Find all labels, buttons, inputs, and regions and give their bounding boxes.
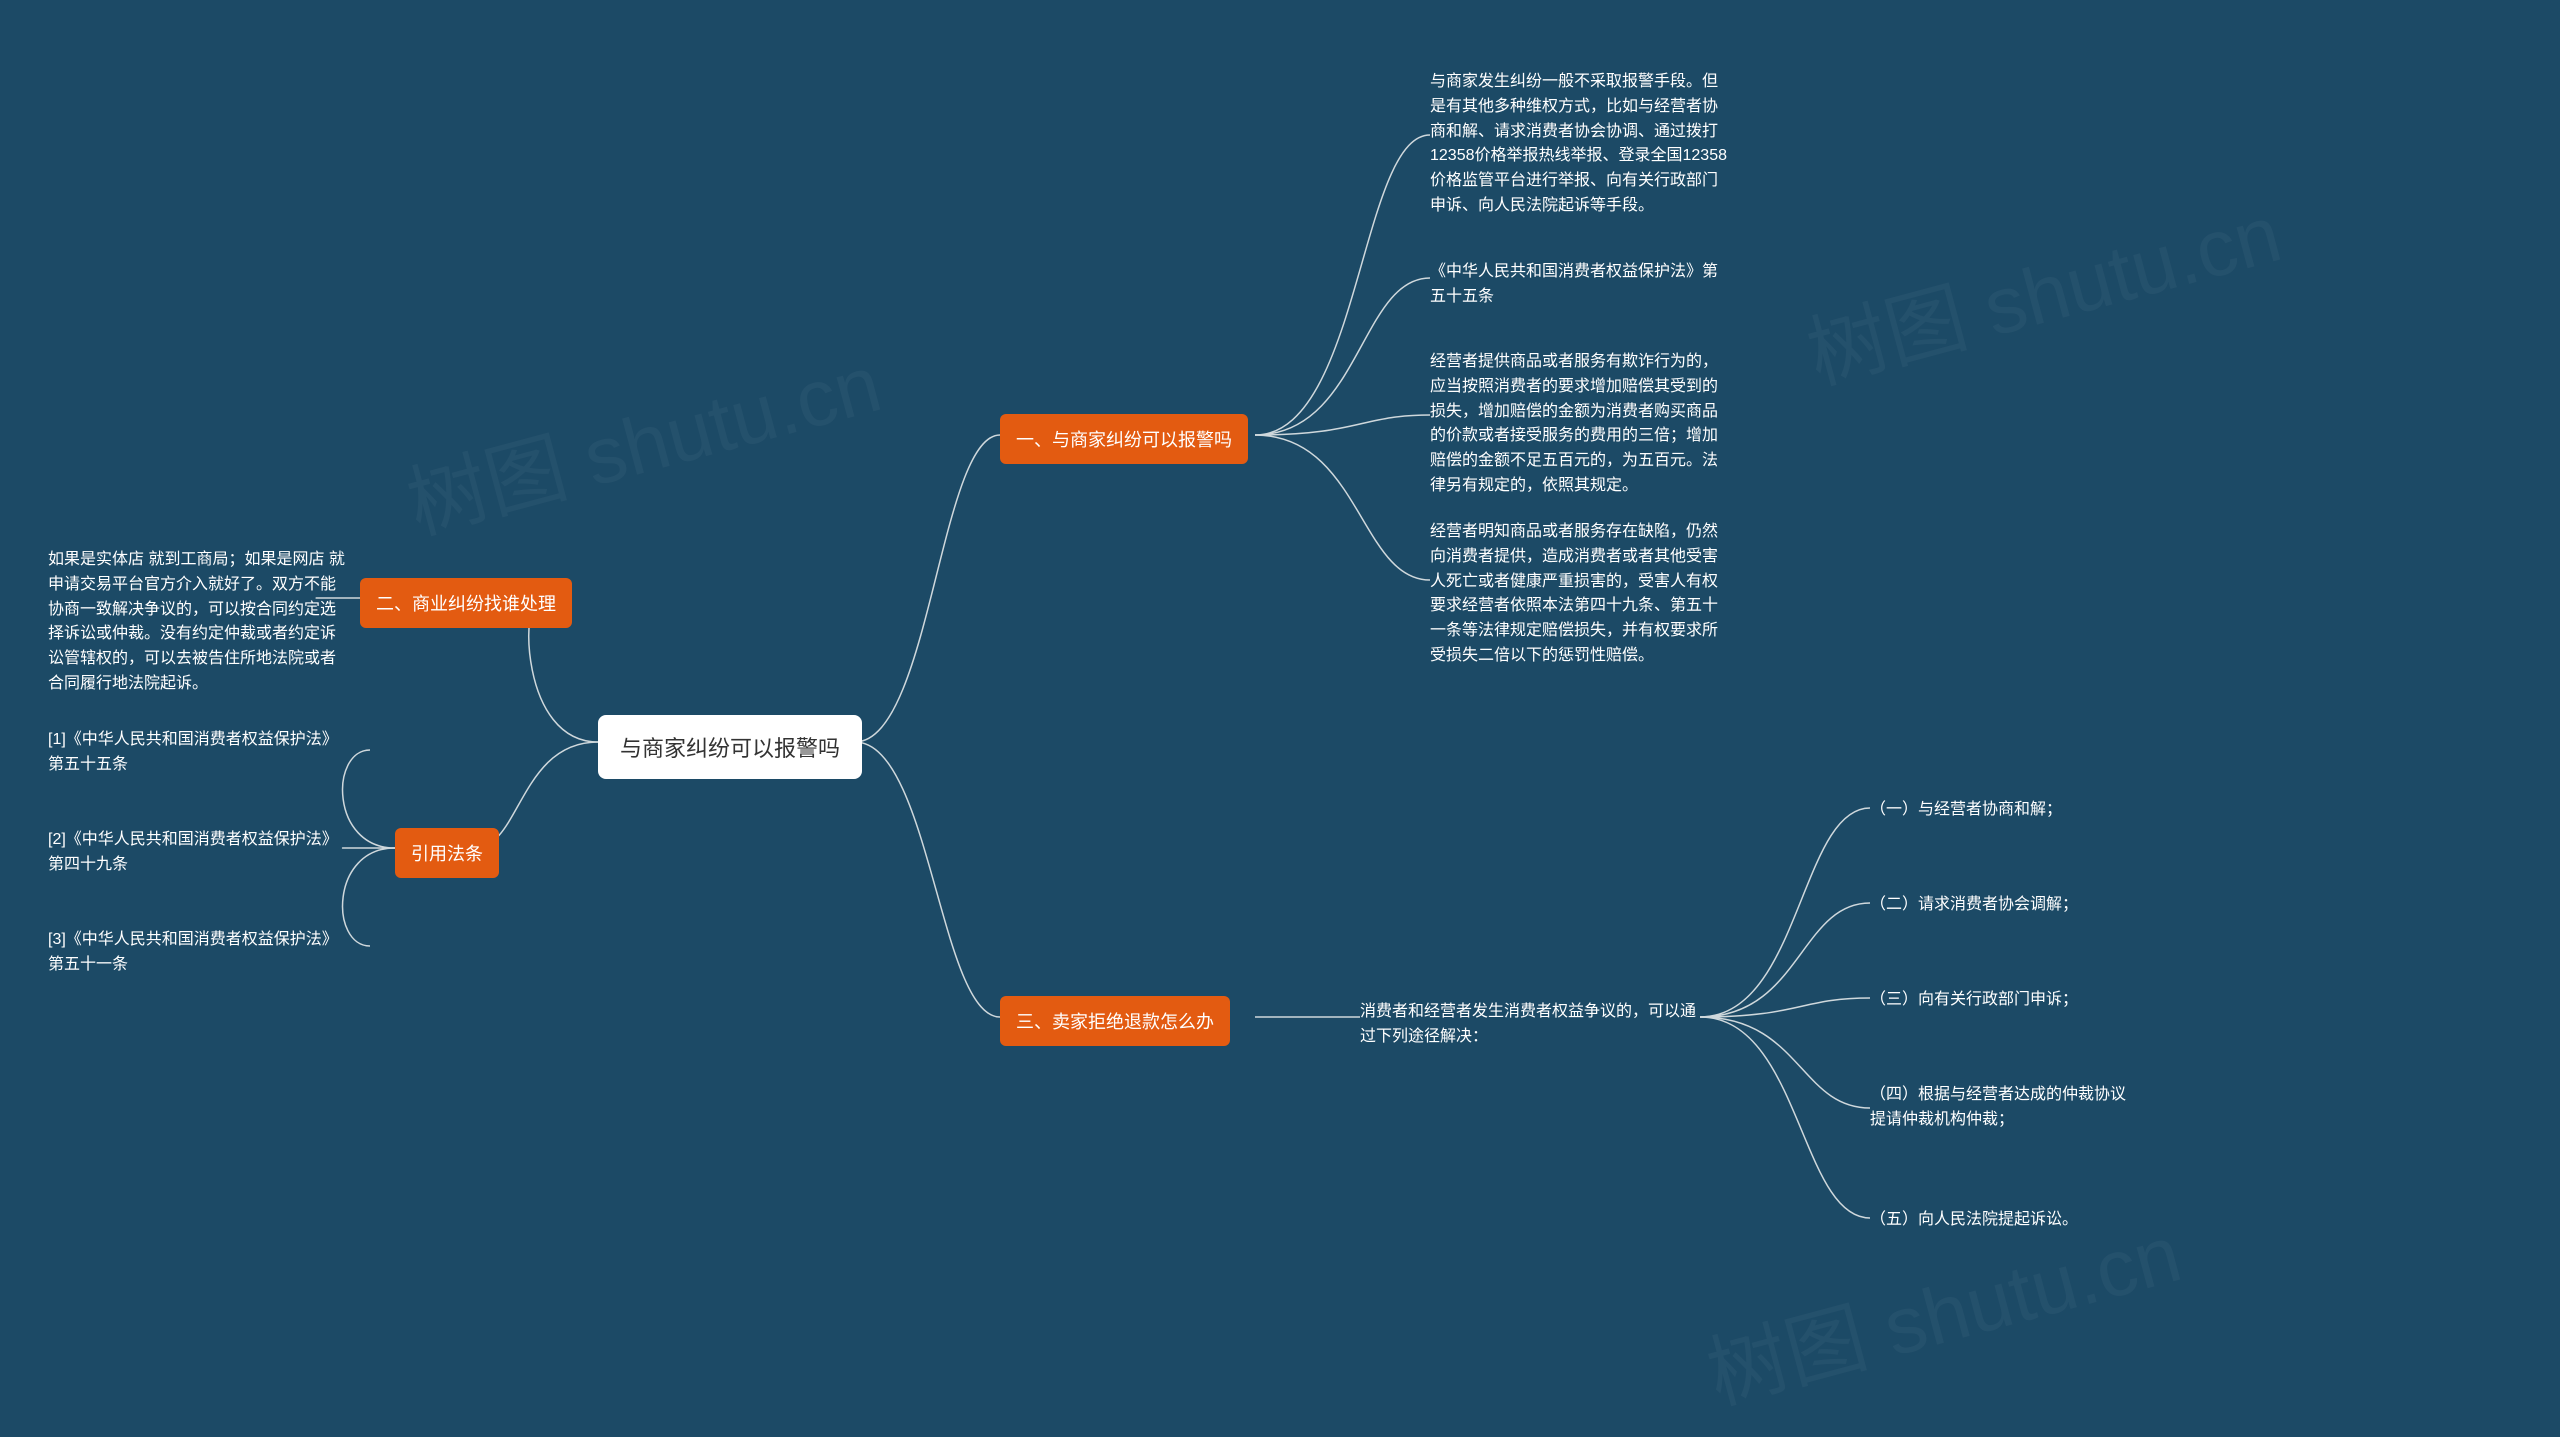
leaf-b3-opt3: （三）向有关行政部门申诉； (1870, 988, 2130, 1013)
leaf-law-2: [2]《中华人民共和国消费者权益保护法》 第四十九条 (48, 828, 358, 878)
branch-node-3[interactable]: 三、卖家拒绝退款怎么办 (1000, 996, 1230, 1046)
branch-node-law[interactable]: 引用法条 (395, 828, 499, 878)
leaf-law-1: [1]《中华人民共和国消费者权益保护法》 第五十五条 (48, 728, 358, 778)
watermark: 树图 shutu.cn (1793, 169, 2291, 406)
leaf-b1-2: 《中华人民共和国消费者权益保护法》第五十五条 (1430, 260, 1730, 310)
leaf-b3-opt5: （五）向人民法院提起诉讼。 (1870, 1208, 2130, 1233)
leaf-b3-intro: 消费者和经营者发生消费者权益争议的，可以通过下列途径解决： (1360, 1000, 1700, 1050)
leaf-b2-1: 如果是实体店 就到工商局；如果是网店 就申请交易平台官方介入就好了。双方不能协商… (48, 548, 348, 697)
root-node[interactable]: 与商家纠纷可以报警吗 (598, 715, 862, 779)
branch-node-1[interactable]: 一、与商家纠纷可以报警吗 (1000, 414, 1248, 464)
leaf-b1-3: 经营者提供商品或者服务有欺诈行为的，应当按照消费者的要求增加赔偿其受到的损失，增… (1430, 350, 1730, 499)
connectors (0, 0, 2560, 1437)
leaf-b3-opt4: （四）根据与经营者达成的仲裁协议提请仲裁机构仲裁； (1870, 1083, 2130, 1133)
leaf-b1-4: 经营者明知商品或者服务存在缺陷，仍然向消费者提供，造成消费者或者其他受害人死亡或… (1430, 520, 1730, 669)
leaf-law-3: [3]《中华人民共和国消费者权益保护法》 第五十一条 (48, 928, 358, 978)
branch-node-2[interactable]: 二、商业纠纷找谁处理 (360, 578, 572, 628)
leaf-b3-opt2: （二）请求消费者协会调解； (1870, 893, 2130, 918)
watermark: 树图 shutu.cn (393, 319, 891, 556)
leaf-b3-opt1: （一）与经营者协商和解； (1870, 798, 2130, 823)
leaf-b1-1: 与商家发生纠纷一般不采取报警手段。但是有其他多种维权方式，比如与经营者协商和解、… (1430, 70, 1730, 219)
